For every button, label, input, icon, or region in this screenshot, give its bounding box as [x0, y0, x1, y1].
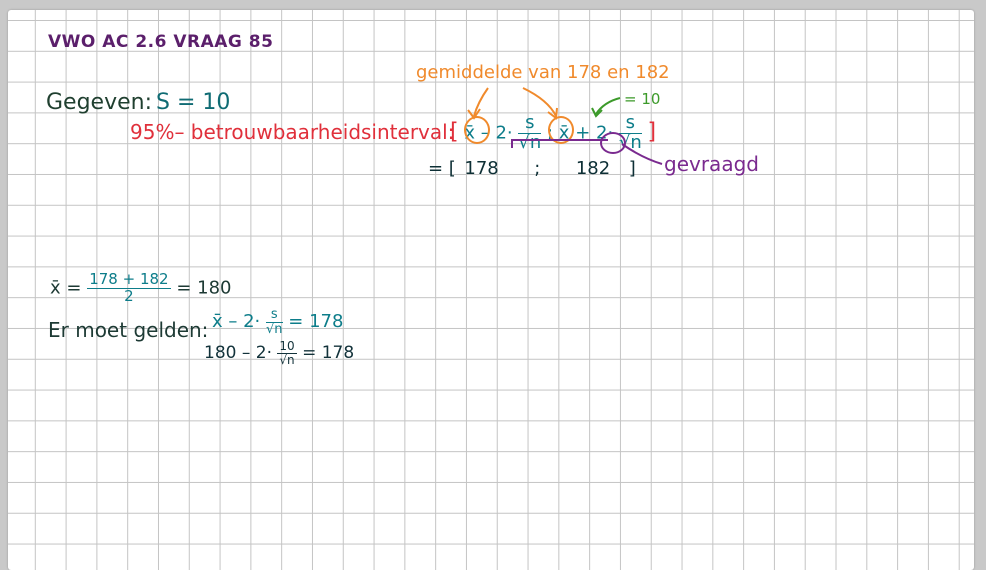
purple-arrow: [621, 143, 663, 165]
orange-arrow-right: [522, 87, 557, 117]
annotation-arrows: [467, 87, 663, 165]
orange-arrow-left: [473, 87, 489, 117]
whiteboard-grid: VWO AC 2.6 VRAAG 85 Gegeven: S = 10 95%–…: [8, 10, 974, 570]
purple-brace: [511, 139, 608, 148]
